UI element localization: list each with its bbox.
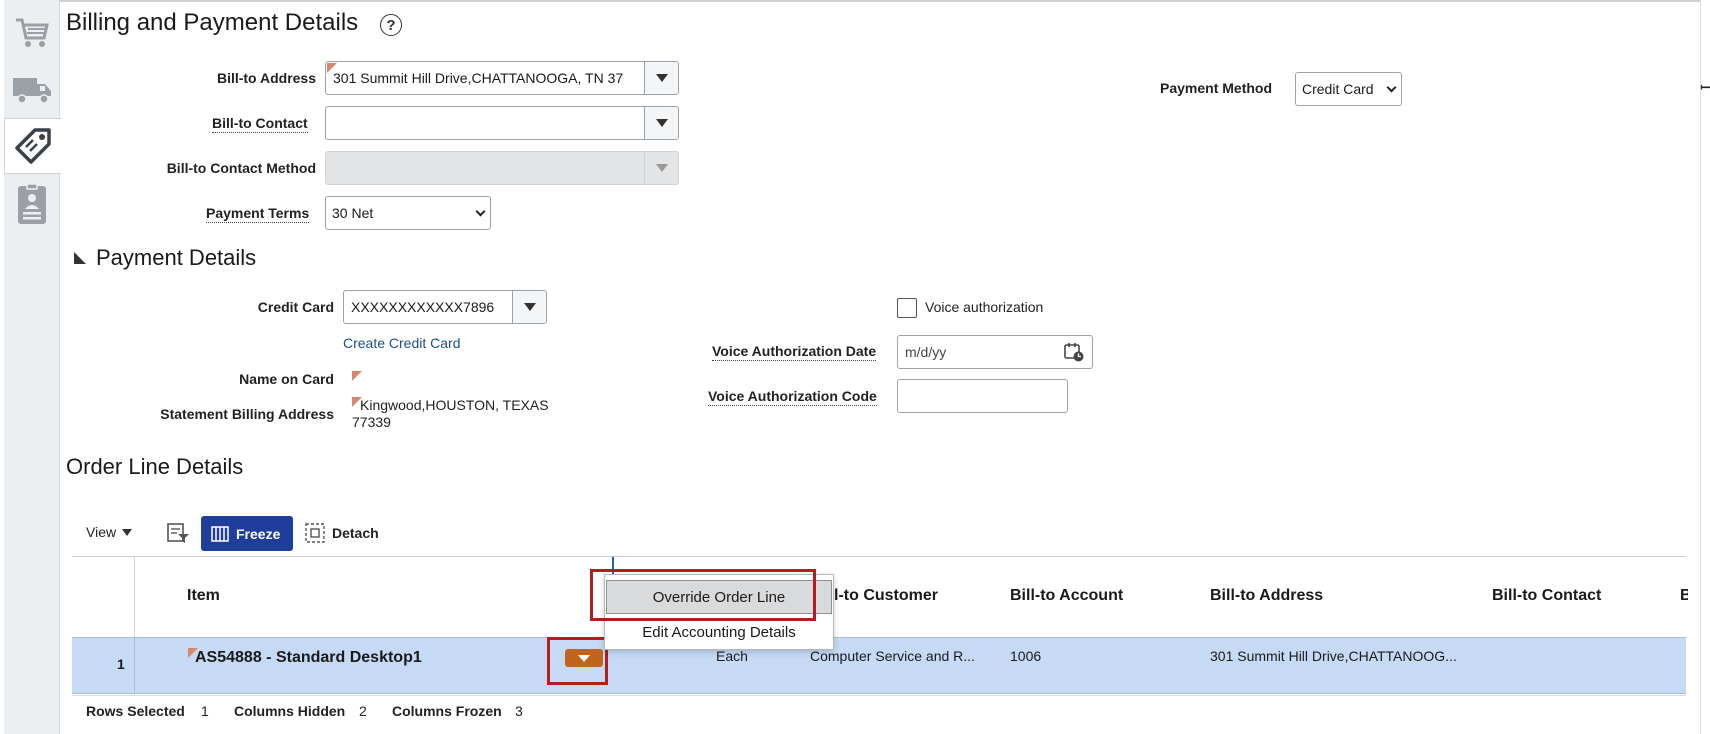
section-title: Billing and Payment Details [66,9,359,36]
bill-to-contact-method-label: Bill-to Contact Method [166,160,316,176]
credit-card-input[interactable]: XXXXXXXXXXXX7896 [344,291,512,323]
voice-authorization-date-placeholder: m/d/yy [905,344,947,360]
statement-billing-address-label: Statement Billing Address [160,406,334,422]
statement-billing-address-line2: 77339 [352,414,391,430]
detach-button[interactable]: Detach [305,523,379,543]
cart-tab[interactable] [4,4,60,60]
bill-to-address-dropdown-button[interactable] [644,62,678,94]
voice-authorization-code-input[interactable] [897,379,1068,413]
bill-to-address-combobox[interactable]: 301 Summit Hill Drive,CHATTANOOGA, TN 37 [325,61,679,95]
freeze-columns-icon [211,525,229,542]
voice-authorization-date-input[interactable]: m/d/yy [897,335,1093,369]
right-border [1700,0,1710,734]
bill-to-contact-method-dropdown-button [644,152,678,184]
view-menu-button[interactable]: View [86,524,133,540]
freeze-label: Freeze [236,525,281,542]
left-navigation-rail [4,0,61,734]
column-header-item[interactable]: Item [187,587,220,605]
delivery-truck-icon [13,78,51,104]
shopping-cart-icon [16,18,49,47]
rows-selected-label: Rows Selected [86,703,185,719]
payment-method-value: Credit Card [1302,81,1374,97]
rows-selected-value: 1 [201,703,209,719]
triangle-down-icon [523,303,536,311]
credit-card-combobox[interactable]: XXXXXXXXXXXX7896 [343,290,547,324]
triangle-down-icon [122,528,133,536]
row-uom-partial: Each [716,648,748,664]
question-circle-icon[interactable]: ? [380,14,402,36]
bill-to-contact-method-input [326,152,644,184]
triangle-down-icon [655,119,668,127]
bill-to-address-input[interactable]: 301 Summit Hill Drive,CHATTANOOGA, TN 37 [326,62,644,94]
payment-method-select[interactable]: Credit Card [1295,72,1402,106]
column-header-bill-to-contact[interactable]: Bill-to Contact [1492,587,1601,605]
detach-label: Detach [332,525,379,541]
statement-billing-address-line1: Kingwood,HOUSTON, TEXAS [360,397,549,413]
triangle-down-icon [578,654,590,662]
row-bill-to-address: 301 Summit Hill Drive,CHATTANOOG... [1210,648,1457,664]
bill-to-address-label: Bill-to Address [216,70,316,86]
right-edge-glyph: ꟷ [1700,78,1710,98]
query-by-example-icon[interactable] [166,522,190,544]
column-header-bill-to-customer[interactable]: Bill-to Customer [828,587,938,605]
column-header-bill-to-address[interactable]: Bill-to Address [1210,587,1323,605]
credit-card-label: Credit Card [257,299,334,315]
chevron-down-icon [1386,82,1397,92]
name-on-card-label: Name on Card [239,371,334,387]
contact-tab[interactable] [4,176,60,232]
voice-authorization-checkbox[interactable] [897,298,917,318]
bill-to-contact-combobox[interactable] [325,106,679,140]
bill-to-contact-dropdown-button[interactable] [644,107,678,139]
contact-card-icon [18,183,46,224]
columns-frozen-label: Columns Frozen [392,703,502,719]
collapse-triangle-icon[interactable] [74,252,86,264]
bill-to-contact-method-combobox [325,151,679,185]
column-header-partial[interactable]: B [1680,587,1688,605]
required-flag-icon [327,63,337,73]
row-number: 1 [117,656,125,672]
order-line-details-title: Order Line Details [66,454,244,479]
freeze-button[interactable]: Freeze [201,516,293,551]
row-bill-to-account: 1006 [1010,648,1042,664]
row-header-divider [134,638,135,693]
detach-icon [305,523,325,543]
view-label: View [86,524,117,540]
top-border [60,0,1710,2]
calendar-clock-icon[interactable] [1063,341,1085,363]
payment-method-label: Payment Method [1160,80,1273,96]
highlight-box-override [590,569,816,621]
price-tag-icon [15,128,51,164]
create-credit-card-link[interactable]: Create Credit Card [343,335,461,351]
credit-card-dropdown-button[interactable] [512,291,546,323]
billing-tab[interactable] [4,118,61,174]
row-item-value[interactable]: AS54888 - Standard Desktop1 [195,649,422,667]
column-header-bill-to-account[interactable]: Bill-to Account [1010,587,1123,605]
bill-to-address-value: 301 Summit Hill Drive,CHATTANOOGA, TN 37 [333,70,624,86]
shipping-tab[interactable] [4,60,60,116]
columns-hidden-label: Columns Hidden [234,703,346,719]
payment-terms-select[interactable]: 30 Net [325,196,491,230]
row-bill-to-customer: Computer Service and R... [810,648,975,664]
columns-frozen-value: 3 [515,703,523,719]
bill-to-contact-label[interactable]: Bill-to Contact [212,115,308,133]
bill-to-contact-input[interactable] [326,107,644,139]
table-footer-divider [72,695,1686,696]
voice-authorization-code-label[interactable]: Voice Authorization Code [708,388,877,406]
voice-authorization-label: Voice authorization [925,299,1044,315]
columns-hidden-value: 2 [359,703,367,719]
payment-terms-value: 30 Net [332,205,374,221]
chevron-down-icon [475,206,486,216]
required-flag-icon [352,371,362,381]
triangle-down-icon [655,74,668,82]
triangle-down-icon [655,164,668,172]
voice-authorization-date-label[interactable]: Voice Authorization Date [712,343,877,361]
row-actions-button[interactable] [565,649,603,667]
payment-details-title[interactable]: Payment Details [96,245,256,271]
payment-terms-label[interactable]: Payment Terms [206,205,310,223]
